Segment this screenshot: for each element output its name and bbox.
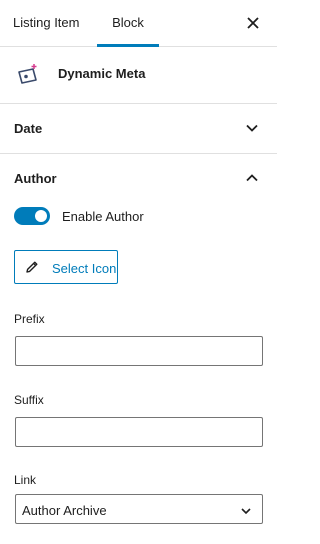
panel-date-toggle[interactable]: Date — [0, 104, 277, 154]
pencil-icon — [26, 261, 38, 273]
block-card: Dynamic Meta — [0, 47, 277, 104]
sidebar-tabs: Listing Item Block — [0, 0, 277, 47]
panel-author-toggle[interactable]: Author — [0, 154, 277, 203]
tab-block[interactable]: Block — [97, 0, 159, 47]
enable-author-label: Enable Author — [62, 209, 144, 224]
link-select[interactable]: Author Archive — [15, 494, 263, 524]
link-label: Link — [14, 473, 37, 487]
chevron-up-icon — [245, 171, 259, 185]
dynamic-meta-icon — [16, 63, 40, 87]
chevron-down-icon — [240, 504, 252, 516]
select-icon-button[interactable]: Select Icon — [14, 250, 118, 284]
block-title: Dynamic Meta — [58, 66, 146, 81]
link-selected-value: Author Archive — [22, 503, 107, 518]
prefix-label: Prefix — [14, 312, 45, 326]
close-icon[interactable] — [243, 13, 263, 33]
select-icon-label: Select Icon — [52, 261, 117, 276]
suffix-label: Suffix — [14, 393, 44, 407]
enable-author-toggle[interactable] — [14, 207, 50, 225]
tab-listing-item[interactable]: Listing Item — [13, 0, 79, 46]
panel-author-title: Author — [14, 171, 57, 186]
toggle-knob — [35, 210, 47, 222]
panel-date-title: Date — [14, 121, 43, 136]
chevron-down-icon — [245, 121, 259, 135]
suffix-input[interactable] — [15, 417, 263, 447]
prefix-input[interactable] — [15, 336, 263, 366]
